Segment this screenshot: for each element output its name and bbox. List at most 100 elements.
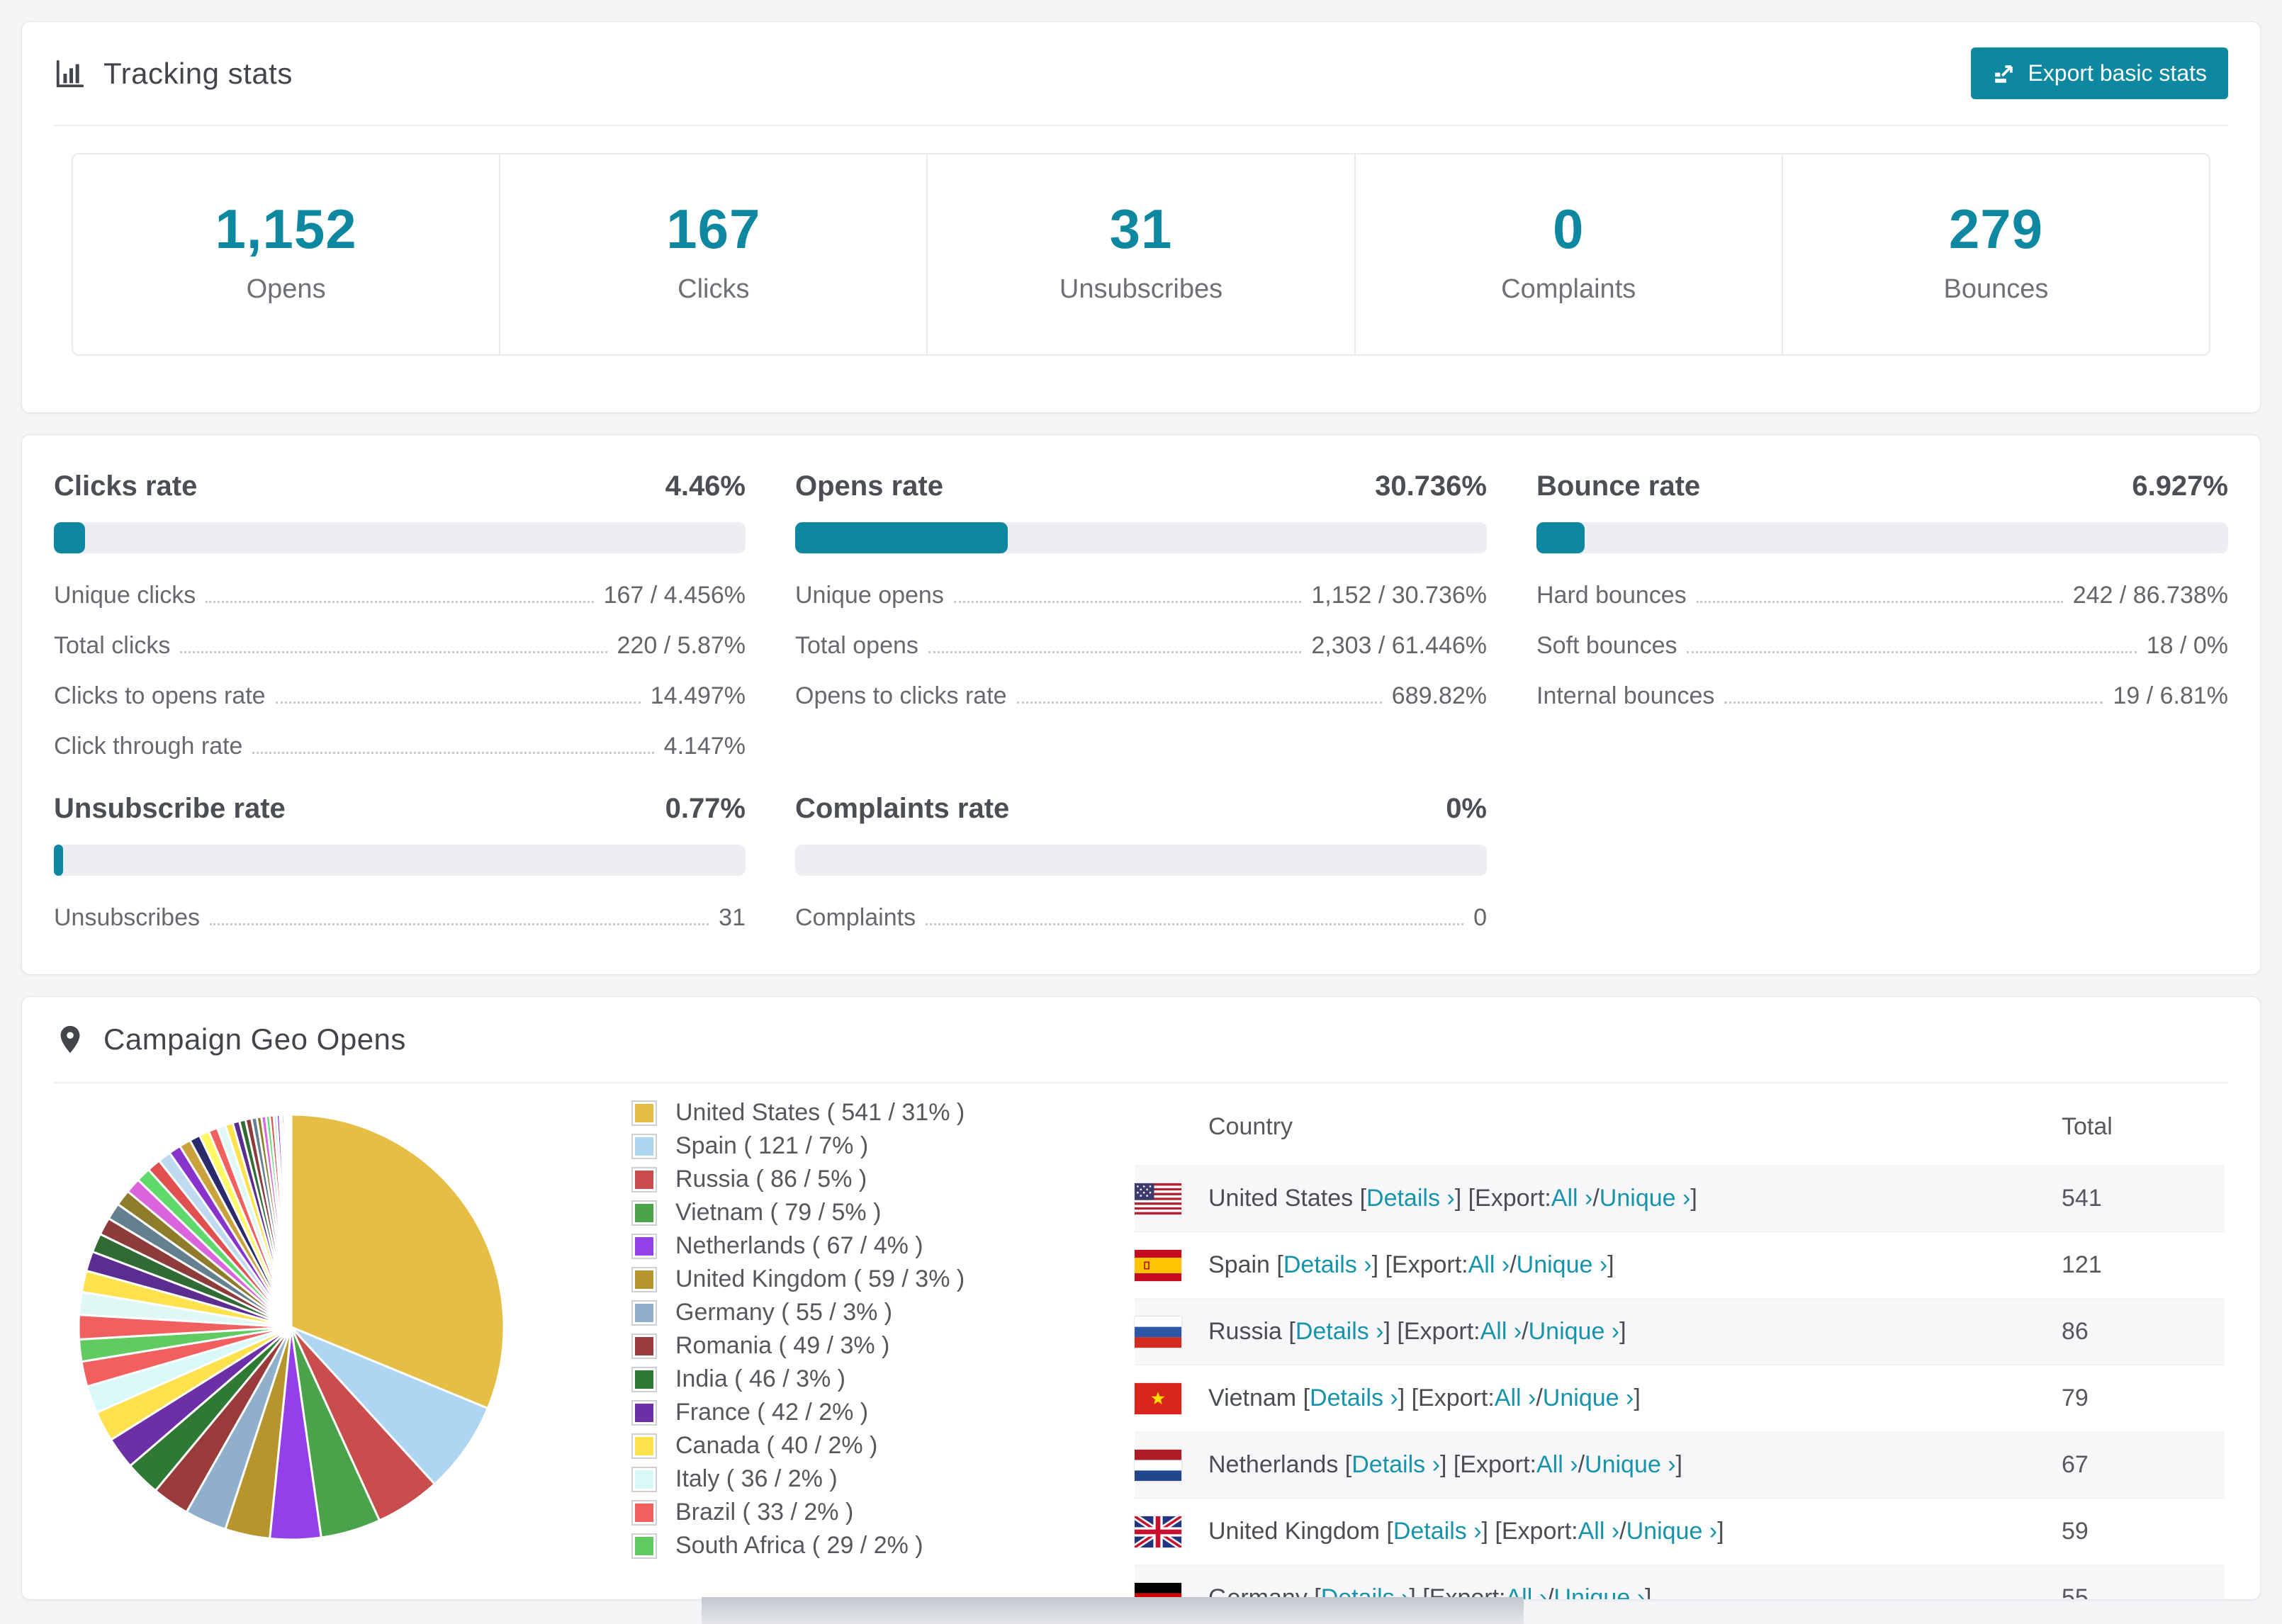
legend-item[interactable]: Romania ( 49 / 3% ) bbox=[631, 1332, 1057, 1360]
dotted-leader bbox=[206, 601, 594, 603]
legend-item[interactable]: United States ( 541 / 31% ) bbox=[631, 1099, 1057, 1127]
export-unique-link[interactable]: Unique › bbox=[1585, 1451, 1676, 1479]
dotted-leader bbox=[1724, 701, 2103, 704]
dotted-leader bbox=[1687, 651, 2137, 653]
export-all-link[interactable]: All › bbox=[1551, 1185, 1593, 1212]
rate-detail-row: Opens to clicks rate 689.82% bbox=[795, 682, 1487, 710]
details-link[interactable]: Details › bbox=[1393, 1518, 1482, 1545]
legend-item[interactable]: France ( 42 / 2% ) bbox=[631, 1399, 1057, 1426]
rate-progress-bar bbox=[54, 845, 746, 876]
table-cell-country: Russia [Details ›] [Export: All › / Uniq… bbox=[1135, 1316, 2062, 1348]
table-cell-total: 86 bbox=[2062, 1318, 2089, 1345]
rate-detail-value: 18 / 0% bbox=[2146, 632, 2228, 659]
legend-item[interactable]: Brazil ( 33 / 2% ) bbox=[631, 1499, 1057, 1526]
rate-head: Unsubscribe rate 0.77% bbox=[54, 793, 746, 825]
export-all-link[interactable]: All › bbox=[1578, 1518, 1620, 1545]
rate-progress-fill bbox=[1536, 522, 1585, 553]
rate-title: Unsubscribe rate bbox=[54, 793, 286, 824]
table-row: Russia [Details ›] [Export: All › / Uniq… bbox=[1135, 1298, 2225, 1365]
legend-item[interactable]: Germany ( 55 / 3% ) bbox=[631, 1299, 1057, 1326]
rate-title: Clicks rate bbox=[54, 470, 198, 502]
rate-detail-value: 1,152 / 30.736% bbox=[1311, 582, 1487, 609]
table-cell-total: 541 bbox=[2062, 1185, 2102, 1212]
rate-value: 6.927% bbox=[2132, 470, 2228, 502]
bracket-text: ] bbox=[1619, 1318, 1626, 1345]
legend-label: Germany ( 55 / 3% ) bbox=[675, 1299, 893, 1326]
flag-ru-icon bbox=[1135, 1316, 1181, 1348]
export-unique-link[interactable]: Unique › bbox=[1600, 1185, 1691, 1212]
legend-swatch bbox=[631, 1533, 657, 1559]
column-header-country: Country bbox=[1208, 1113, 1293, 1140]
legend-item[interactable]: India ( 46 / 3% ) bbox=[631, 1365, 1057, 1393]
geo-table: Country Total United States [Details ›] … bbox=[1135, 1089, 2225, 1599]
legend-item[interactable]: Spain ( 121 / 7% ) bbox=[631, 1132, 1057, 1160]
rate-progress-bar bbox=[795, 845, 1487, 876]
legend-label: United Kingdom ( 59 / 3% ) bbox=[675, 1265, 965, 1292]
table-row: Germany [Details ›] [Export: All › / Uni… bbox=[1135, 1564, 2225, 1599]
table-cell-country: United Kingdom [Details ›] [Export: All … bbox=[1135, 1516, 2062, 1547]
rate-detail-label: Opens to clicks rate bbox=[795, 682, 1007, 709]
tracking-stats-card: Tracking stats Export basic stats 1,152 O… bbox=[21, 21, 2261, 413]
rate-title: Complaints rate bbox=[795, 793, 1010, 824]
details-link[interactable]: Details › bbox=[1351, 1451, 1440, 1479]
export-unique-link[interactable]: Unique › bbox=[1626, 1518, 1718, 1545]
rate-detail-value: 19 / 6.81% bbox=[2113, 682, 2228, 709]
legend-swatch bbox=[631, 1299, 657, 1326]
bar-chart-icon bbox=[54, 57, 86, 90]
legend-label: France ( 42 / 2% ) bbox=[675, 1399, 869, 1426]
export-unique-link[interactable]: Unique › bbox=[1529, 1318, 1620, 1346]
rate-head: Clicks rate 4.46% bbox=[54, 470, 746, 502]
rate-value: 0.77% bbox=[665, 793, 746, 824]
legend-swatch bbox=[631, 1133, 657, 1159]
dotted-leader bbox=[252, 752, 654, 754]
bracket-text: ] bbox=[1607, 1251, 1614, 1278]
dotted-leader bbox=[926, 923, 1464, 925]
flag-es-icon bbox=[1135, 1249, 1181, 1281]
bracket-text: [ bbox=[1303, 1385, 1310, 1411]
legend-swatch bbox=[631, 1200, 657, 1226]
bracket-text: ] bbox=[1634, 1385, 1641, 1411]
legend-item[interactable]: United Kingdom ( 59 / 3% ) bbox=[631, 1265, 1057, 1293]
rate-progress-fill bbox=[54, 522, 85, 553]
legend-item[interactable]: Italy ( 36 / 2% ) bbox=[631, 1465, 1057, 1493]
legend-item[interactable]: Netherlands ( 67 / 4% ) bbox=[631, 1232, 1057, 1260]
rates-grid: Clicks rate 4.46% Unique clicks 167 / 4.456… bbox=[22, 435, 2260, 974]
export-unique-link[interactable]: Unique › bbox=[1517, 1251, 1608, 1279]
legend-swatch bbox=[631, 1399, 657, 1426]
bracket-text: ] [Export: bbox=[1481, 1518, 1578, 1545]
export-all-link[interactable]: All › bbox=[1468, 1251, 1510, 1279]
rate-detail-label: Clicks to opens rate bbox=[54, 682, 266, 709]
slash-text: / bbox=[1592, 1185, 1600, 1212]
legend-item[interactable]: South Africa ( 29 / 2% ) bbox=[631, 1532, 1057, 1560]
export-all-link[interactable]: All › bbox=[1480, 1318, 1522, 1346]
details-link[interactable]: Details › bbox=[1295, 1318, 1384, 1346]
stat-value: 0 bbox=[1553, 198, 1585, 260]
export-unique-link[interactable]: Unique › bbox=[1543, 1385, 1634, 1412]
tracking-stats-title-text: Tracking stats bbox=[103, 56, 293, 90]
header-divider bbox=[54, 125, 2228, 126]
stat-label: Bounces bbox=[1943, 274, 2049, 304]
legend-swatch bbox=[631, 1333, 657, 1359]
legend-item[interactable]: Vietnam ( 79 / 5% ) bbox=[631, 1199, 1057, 1227]
details-link[interactable]: Details › bbox=[1283, 1251, 1372, 1279]
export-all-link[interactable]: All › bbox=[1536, 1451, 1578, 1479]
rate-detail-label: Unique clicks bbox=[54, 582, 196, 609]
campaign-geo-opens-card: Campaign Geo Opens United States ( 541 /… bbox=[21, 996, 2261, 1600]
details-link[interactable]: Details › bbox=[1366, 1185, 1455, 1212]
rate-detail-value: 4.147% bbox=[663, 733, 746, 760]
bracket-text: [ bbox=[1276, 1251, 1283, 1278]
table-row: United Kingdom [Details ›] [Export: All … bbox=[1135, 1498, 2225, 1564]
rate-head: Opens rate 30.736% bbox=[795, 470, 1487, 502]
legend-item[interactable]: Canada ( 40 / 2% ) bbox=[631, 1432, 1057, 1460]
rate-block-clicks-rate: Clicks rate 4.46% Unique clicks 167 / 4.456… bbox=[54, 470, 746, 760]
export-unique-link[interactable]: Unique › bbox=[1554, 1584, 1646, 1599]
details-link[interactable]: Details › bbox=[1310, 1385, 1398, 1412]
geo-content: United States ( 541 / 31% ) Spain ( 121 /… bbox=[22, 1083, 2260, 1599]
bracket-text: [ bbox=[1386, 1518, 1393, 1545]
export-all-link[interactable]: All › bbox=[1495, 1385, 1536, 1412]
legend-item[interactable]: Russia ( 86 / 5% ) bbox=[631, 1166, 1057, 1193]
export-basic-stats-button[interactable]: Export basic stats bbox=[1971, 47, 2228, 99]
rate-detail-row: Soft bounces 18 / 0% bbox=[1536, 632, 2228, 660]
rate-head: Complaints rate 0% bbox=[795, 793, 1487, 825]
bracket-text: ] [Export: bbox=[1454, 1185, 1551, 1212]
